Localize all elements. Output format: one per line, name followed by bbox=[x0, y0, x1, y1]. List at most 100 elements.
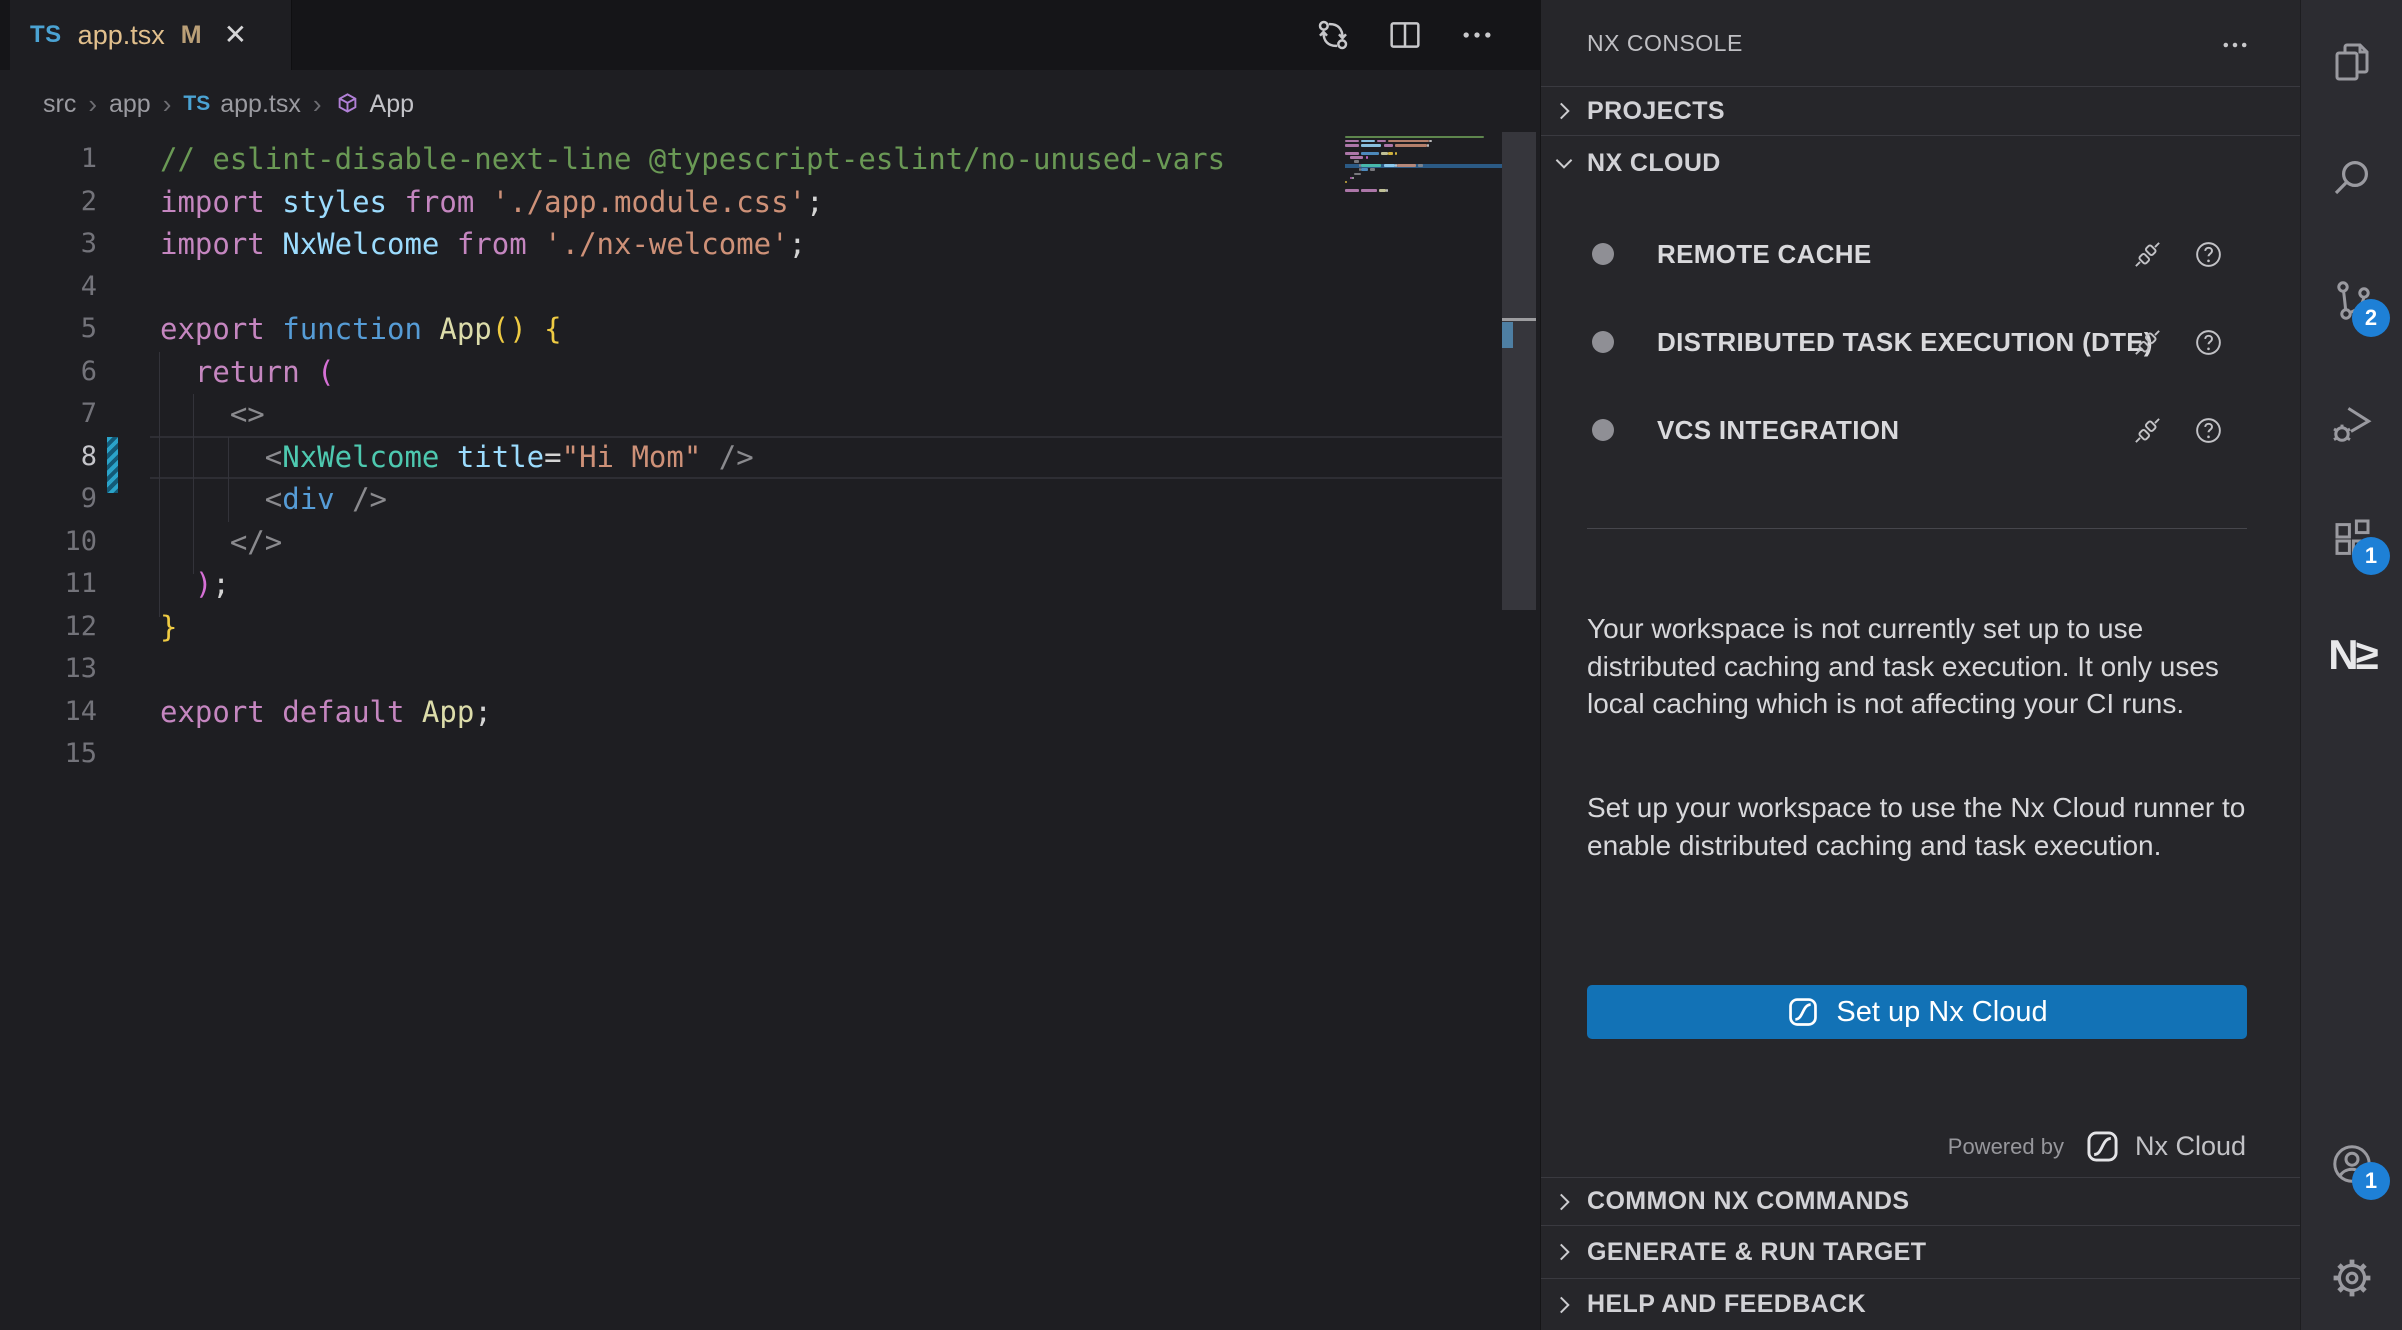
breadcrumb-separator: › bbox=[88, 89, 97, 120]
settings-gear-icon[interactable] bbox=[2328, 1254, 2376, 1302]
workspace-status-text: Your workspace is not currently set up t… bbox=[1587, 610, 2251, 723]
status-dot-icon bbox=[1592, 331, 1614, 353]
section-label: COMMON NX COMMANDS bbox=[1587, 1187, 1909, 1216]
breadcrumb-app-tsx[interactable]: app.tsx bbox=[220, 90, 301, 119]
tab-bar: TS app.tsx M ✕ bbox=[0, 0, 1540, 70]
panel-title: NX CONSOLE bbox=[1587, 30, 1743, 57]
nx-cloud-item-label: VCS INTEGRATION bbox=[1657, 412, 1899, 449]
status-dot-icon bbox=[1592, 243, 1614, 265]
overview-modified-marker bbox=[1502, 322, 1513, 348]
connect-icon[interactable] bbox=[2132, 239, 2163, 270]
extensions-badge: 1 bbox=[2352, 537, 2390, 575]
nx-console-panel: NX CONSOLE PROJECTS NX CLOUD REMOTE CACH… bbox=[1540, 0, 2300, 1330]
panel-title-row: NX CONSOLE bbox=[1541, 0, 2300, 86]
code-line: 14export default App; bbox=[0, 691, 1540, 734]
chevron-right-icon bbox=[1551, 1189, 1577, 1215]
nx-cloud-logo-icon bbox=[2084, 1128, 2121, 1165]
setup-button-label: Set up Nx Cloud bbox=[1836, 996, 2047, 1029]
section-label: HELP AND FEEDBACK bbox=[1587, 1290, 1866, 1319]
nx-cloud-items: REMOTE CACHE DISTRIBUTED TASK EXECUTION … bbox=[1541, 190, 2300, 474]
nx-cloud-item[interactable]: DISTRIBUTED TASK EXECUTION (DTE) bbox=[1541, 298, 2300, 386]
nx-logo: N≥ bbox=[2328, 631, 2376, 679]
divider bbox=[1587, 528, 2247, 529]
accounts-icon[interactable]: 1 bbox=[2328, 1140, 2376, 1188]
explorer-icon[interactable] bbox=[2328, 38, 2376, 86]
section-label: PROJECTS bbox=[1587, 97, 1725, 126]
help-icon[interactable] bbox=[2193, 239, 2224, 270]
breadcrumb-app-symbol[interactable]: App bbox=[370, 90, 414, 119]
footer-section[interactable]: COMMON NX COMMANDS bbox=[1541, 1177, 2300, 1225]
chevron-right-icon bbox=[1551, 1239, 1577, 1265]
nx-console-icon[interactable]: N≥ bbox=[2328, 631, 2376, 679]
more-actions-icon[interactable] bbox=[2218, 28, 2252, 62]
minimap[interactable] bbox=[1345, 135, 1502, 205]
section-projects[interactable]: PROJECTS bbox=[1541, 86, 2300, 135]
code-lines: 1// eslint-disable-next-line @typescript… bbox=[0, 138, 1540, 776]
editor-group: TS app.tsx M ✕ bbox=[0, 0, 1540, 1330]
help-icon[interactable] bbox=[2193, 415, 2224, 446]
connect-icon[interactable] bbox=[2132, 327, 2163, 358]
code-line: 12} bbox=[0, 606, 1540, 649]
typescript-file-icon: TS bbox=[30, 21, 62, 49]
footer-section[interactable]: GENERATE & RUN TARGET bbox=[1541, 1225, 2300, 1278]
setup-hint-text: Set up your workspace to use the Nx Clou… bbox=[1587, 789, 2251, 864]
code-line: 2import styles from './app.module.css'; bbox=[0, 181, 1540, 224]
minimap-line bbox=[1345, 192, 1502, 196]
code-line: 10 </> bbox=[0, 521, 1540, 564]
code-line: 11 ); bbox=[0, 563, 1540, 606]
code-line: 1// eslint-disable-next-line @typescript… bbox=[0, 138, 1540, 181]
nx-cloud-body: REMOTE CACHE DISTRIBUTED TASK EXECUTION … bbox=[1541, 190, 2300, 474]
more-actions-icon[interactable] bbox=[1457, 15, 1497, 55]
code-line: 6 return ( bbox=[0, 351, 1540, 394]
nx-cloud-item[interactable]: REMOTE CACHE bbox=[1541, 210, 2300, 298]
powered-by-label: Powered by bbox=[1948, 1134, 2064, 1160]
section-nx-cloud[interactable]: NX CLOUD bbox=[1541, 135, 2300, 190]
symbol-class-icon bbox=[334, 91, 361, 118]
setup-nx-cloud-button[interactable]: Set up Nx Cloud bbox=[1587, 985, 2247, 1039]
breadcrumb: src › app › TS app.tsx › App bbox=[0, 70, 1540, 138]
chevron-down-icon bbox=[1551, 150, 1577, 176]
overview-cursor-marker bbox=[1502, 318, 1536, 321]
code-line: 5export function App() { bbox=[0, 308, 1540, 351]
code-line: 3import NxWelcome from './nx-welcome'; bbox=[0, 223, 1540, 266]
nx-cloud-logo-icon bbox=[1786, 995, 1820, 1029]
accounts-badge: 1 bbox=[2352, 1162, 2390, 1200]
editor-toolbar bbox=[1313, 0, 1497, 70]
nx-cloud-item[interactable]: VCS INTEGRATION bbox=[1541, 386, 2300, 474]
code-line: 8 <NxWelcome title="Hi Mom" /> bbox=[0, 436, 1540, 479]
code-line: 7 <> bbox=[0, 393, 1540, 436]
chevron-right-icon bbox=[1551, 1292, 1577, 1318]
breadcrumb-src[interactable]: src bbox=[43, 90, 76, 119]
split-editor-icon[interactable] bbox=[1385, 15, 1425, 55]
run-and-debug-icon[interactable] bbox=[2328, 400, 2376, 448]
nx-cloud-brand-label: Nx Cloud bbox=[2135, 1131, 2246, 1162]
tab-app-tsx[interactable]: TS app.tsx M ✕ bbox=[10, 0, 292, 70]
breadcrumb-app-folder[interactable]: app bbox=[109, 90, 151, 119]
nx-cloud-item-label: DISTRIBUTED TASK EXECUTION (DTE) bbox=[1657, 324, 2153, 361]
code-line: 13 bbox=[0, 648, 1540, 691]
search-icon[interactable] bbox=[2328, 154, 2376, 202]
help-icon[interactable] bbox=[2193, 327, 2224, 358]
source-control-icon[interactable]: 2 bbox=[2328, 277, 2376, 325]
tab-filename: app.tsx bbox=[78, 20, 165, 51]
open-changes-icon[interactable] bbox=[1313, 15, 1353, 55]
git-modified-badge: M bbox=[181, 21, 202, 50]
powered-by-nx-cloud-link[interactable]: Powered by Nx Cloud bbox=[1948, 1128, 2246, 1165]
status-dot-icon bbox=[1592, 419, 1614, 441]
breadcrumb-separator: › bbox=[313, 89, 322, 120]
code-editor[interactable]: 1// eslint-disable-next-line @typescript… bbox=[0, 138, 1540, 1330]
section-label: NX CLOUD bbox=[1587, 149, 1721, 178]
scrollbar[interactable] bbox=[1502, 132, 1536, 610]
code-line: 4 bbox=[0, 266, 1540, 309]
code-line: 15 bbox=[0, 733, 1540, 776]
nx-cloud-item-label: REMOTE CACHE bbox=[1657, 236, 1872, 273]
breadcrumb-separator: › bbox=[163, 89, 172, 120]
connect-icon[interactable] bbox=[2132, 415, 2163, 446]
extensions-icon[interactable]: 1 bbox=[2328, 515, 2376, 563]
close-icon[interactable]: ✕ bbox=[224, 21, 247, 49]
activity-bar: 2 1 N≥ 1 bbox=[2300, 0, 2402, 1330]
typescript-file-icon: TS bbox=[183, 92, 210, 116]
source-control-badge: 2 bbox=[2352, 299, 2390, 337]
chevron-right-icon bbox=[1551, 98, 1577, 124]
footer-section[interactable]: HELP AND FEEDBACK bbox=[1541, 1278, 2300, 1330]
